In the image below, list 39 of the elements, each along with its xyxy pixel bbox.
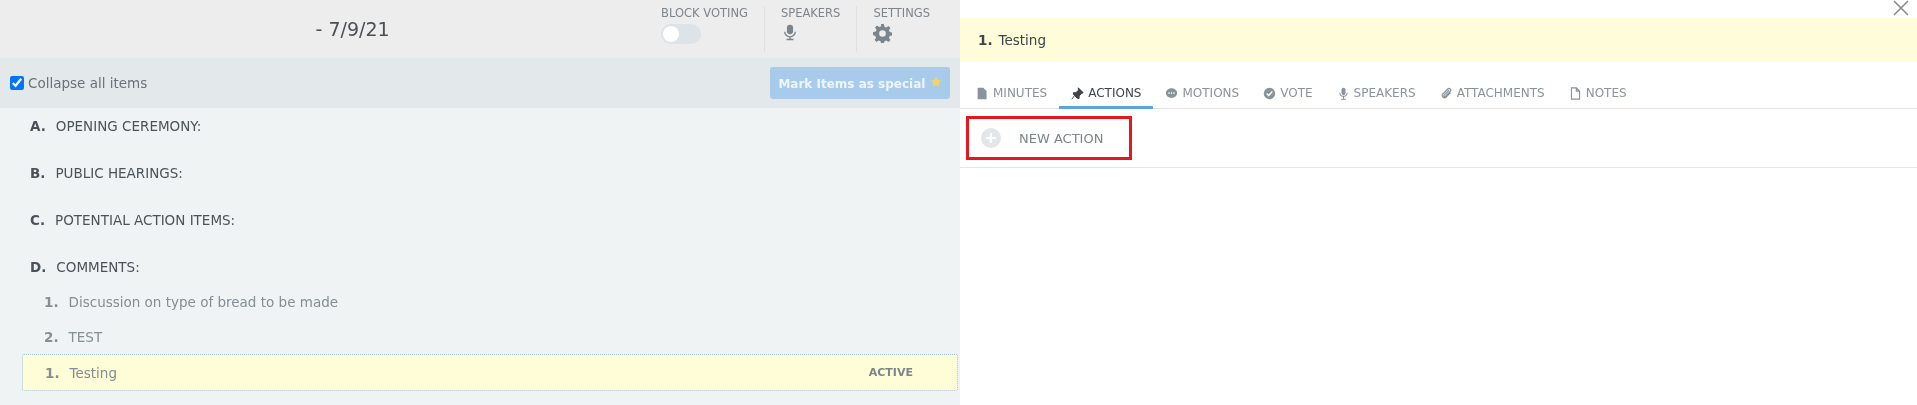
agenda-item[interactable]: C. POTENTIAL ACTION ITEMS: (0, 202, 960, 237)
close-icon[interactable] (1893, 0, 1909, 16)
meeting-date: - 7/9/21 (314, 18, 391, 40)
tab[interactable]: ACTIONS (1059, 80, 1154, 109)
star-icon (929, 75, 942, 88)
speakers-label: SPEAKERS (780, 6, 841, 20)
document-icon (976, 86, 989, 100)
chat-bubble-icon (1165, 86, 1179, 100)
status-label: ACTIVE (868, 366, 913, 379)
agenda-item[interactable]: B. PUBLIC HEARINGS: (0, 155, 960, 190)
tab[interactable]: NOTES (1556, 80, 1639, 109)
subitem-title: 1. Discussion on type of bread to be made (44, 293, 339, 310)
check-circle-icon (1263, 86, 1277, 100)
agenda-subitem[interactable]: 1. Discussion on type of bread to be made (0, 284, 960, 319)
tab[interactable]: MINUTES (964, 80, 1060, 109)
plus-icon (981, 128, 1001, 148)
agenda-item[interactable]: D. COMMENTS: (0, 249, 960, 284)
microphone-icon (1336, 86, 1350, 100)
tab[interactable]: VOTE (1251, 80, 1325, 109)
banner-title: 1. Testing (978, 32, 1046, 48)
collapse-checkbox[interactable] (10, 76, 24, 90)
settings-label: SETTINGS (873, 6, 930, 20)
new-action-button[interactable]: NEW ACTION (966, 116, 1133, 160)
subitem-title: 2. TEST (44, 328, 103, 345)
pin-icon (1071, 86, 1085, 100)
subitem-title: 1. Testing (45, 364, 117, 381)
agenda-subitem[interactable]: 2. TEST (0, 319, 960, 354)
paperclip-icon (1439, 86, 1453, 100)
tab[interactable]: MOTIONS (1153, 80, 1252, 109)
block-voting-toggle[interactable] (661, 24, 702, 44)
settings-icon[interactable] (873, 24, 893, 43)
agenda-item[interactable]: A. OPENING CEREMONY: (0, 108, 960, 143)
agenda-subitem[interactable]: 1. Testing ACTIVE (22, 354, 958, 391)
tab[interactable]: SPEAKERS (1324, 80, 1428, 109)
page-icon (1568, 86, 1582, 100)
tab[interactable]: ATTACHMENTS (1427, 80, 1557, 109)
microphone-icon[interactable] (782, 24, 797, 41)
block-voting-label: BLOCK VOTING (661, 6, 748, 20)
collapse-label: Collapse all items (28, 75, 148, 91)
